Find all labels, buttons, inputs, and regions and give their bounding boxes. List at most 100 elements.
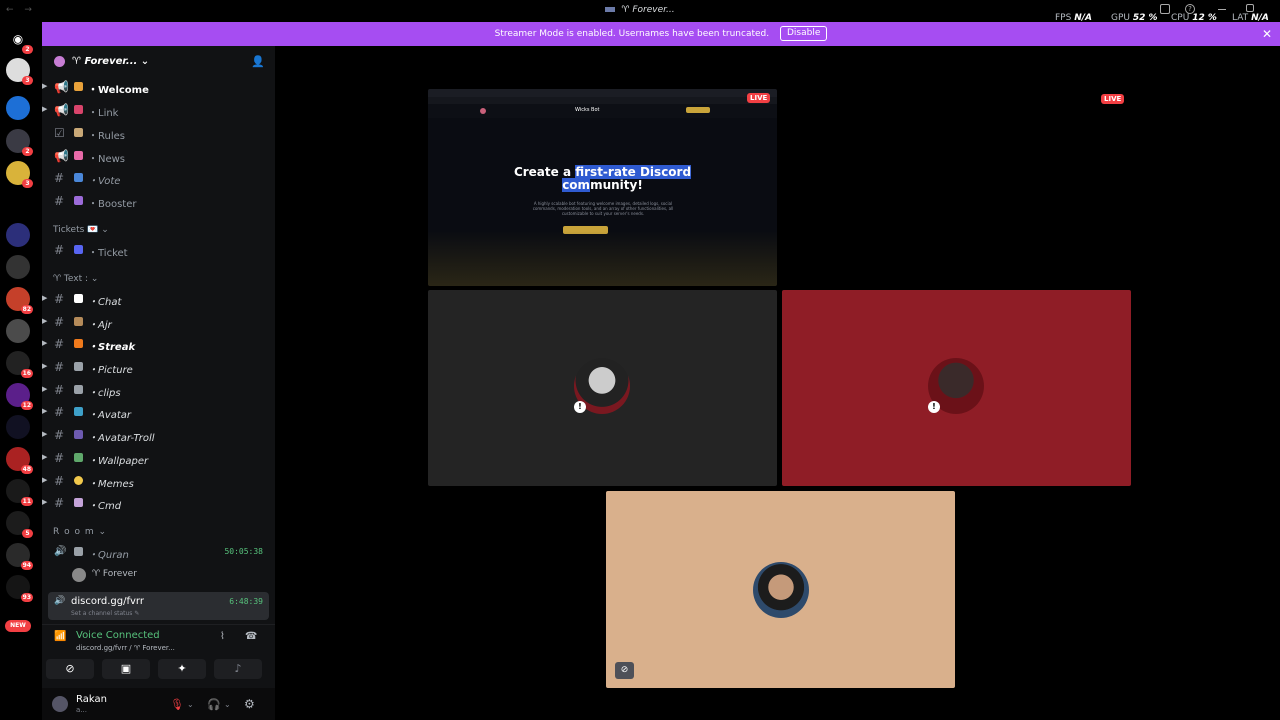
gear-icon[interactable]: ⚙ [244,697,255,711]
chevron-down-icon[interactable]: ⌄ [187,700,194,709]
channel-status[interactable]: Set a channel status ✎ [71,610,139,617]
window-pip-icon[interactable] [1160,4,1170,14]
channel-streak[interactable]: ▶ # ・Streak [42,334,275,354]
avatar[interactable] [52,696,68,712]
channel-ajr[interactable]: ▶ # ・Ajr [42,312,275,332]
voice-actions: ⊘ ▣ ✦ ♪ [46,657,271,681]
channel-picture[interactable]: ▶ # ・Picture [42,357,275,377]
server-icon[interactable] [6,255,30,279]
participant-tile[interactable]: ! [782,290,1131,486]
server-icon [54,56,65,67]
camera-off-button[interactable]: ⊘ [46,659,94,679]
participant-tile[interactable]: ! [428,290,777,486]
channel-emoji-icon [74,407,83,416]
channel-link[interactable]: ▶ 📢 ・Link [42,100,275,120]
server-icon[interactable] [6,223,30,247]
unread-badge: 48 [20,465,33,474]
channel-cmd[interactable]: ▶ # ・Cmd [42,493,275,513]
server-icon[interactable]: 93 [6,575,33,602]
channel-memes[interactable]: ▶ # ・Memes [42,471,275,491]
server-icon[interactable] [6,96,30,120]
server-icon[interactable] [6,415,30,439]
server-icon[interactable]: 12 [6,383,33,410]
server-icon[interactable] [6,193,30,207]
server-icon[interactable]: 82 [6,287,33,314]
site-logo-icon [480,108,486,114]
channel-vote[interactable]: # ・Vote [42,168,275,188]
screen-share-tile[interactable]: Wicks Bot LIVE Create a first-rate Disco… [428,89,777,286]
discord-home-icon[interactable]: ◉ 2 [6,27,33,54]
server-icon[interactable] [6,319,30,343]
add-person-icon[interactable]: 👤 [251,55,265,68]
channel-emoji-icon [74,453,83,462]
channel-label: ・Streak [88,342,136,353]
channel-ticket[interactable]: # ・Ticket [42,240,275,260]
channel-avatar-troll[interactable]: ▶ # ・Avatar-Troll [42,425,275,445]
hash-icon: # [54,243,65,257]
signal-icon[interactable]: 📶 [54,631,66,642]
channel-booster[interactable]: # ・Booster [42,191,275,211]
disconnect-icon[interactable]: ☎ [245,631,257,642]
server-icon[interactable]: 3 [6,161,33,188]
channel-wallpaper[interactable]: ▶ # ・Wallpaper [42,448,275,468]
mic-muted-icon[interactable]: 🎙 [170,698,184,711]
channel-chat[interactable]: ▶ # ・Chat [42,289,275,309]
voice-channel-quran[interactable]: 🔊 ・Quran 50:05:38 [42,542,275,562]
server-icon[interactable]: 11 [6,479,33,506]
server-icon[interactable]: 94 [6,543,33,570]
minimize-icon[interactable] [1218,9,1226,19]
participant-tile-self[interactable]: ⊘ [606,491,955,688]
voice-duration: 50:05:38 [224,547,263,556]
screen-share-button[interactable]: ▣ [102,659,150,679]
channel-avatar[interactable]: ▶ # ・Avatar [42,402,275,422]
channel-emoji-icon [74,362,83,371]
streamer-mode-text: Streamer Mode is enabled. Usernames have… [494,29,770,39]
channel-emoji-icon [74,547,83,556]
channel-label: ・Quran [88,550,129,561]
close-icon[interactable]: ✕ [1262,22,1272,46]
hash-icon: # [54,292,65,306]
hash-icon: # [54,194,65,208]
noise-suppression-icon[interactable]: ⌇ [220,631,225,642]
voice-member[interactable]: ♈ Forever [72,566,272,584]
category-tickets[interactable]: Tickets 💌 ⌄ [53,225,109,235]
channel-welcome[interactable]: ▶ 📢 ・Welcome [42,77,275,97]
server-icon[interactable]: 16 [6,351,33,378]
channel-news[interactable]: 📢 ・News [42,146,275,166]
hash-icon: # [54,171,65,185]
channel-rules[interactable]: ☑ ・Rules [42,123,275,143]
channel-emoji-icon [74,128,83,137]
chevron-right-icon: ▶ [42,453,48,461]
channel-emoji-icon [74,385,83,394]
category-text[interactable]: ♈ Text : ⌄ [53,274,98,284]
headphones-deafened-icon[interactable]: 🎧 [207,698,221,711]
voice-connected-channel[interactable]: discord.gg/fvrr / ♈ Forever... [76,644,175,652]
server-icon[interactable]: 3 [6,58,33,85]
soundboard-button[interactable]: ♪ [214,659,262,679]
activities-button[interactable]: ✦ [158,659,206,679]
channel-emoji-icon [74,173,83,182]
server-icon[interactable]: 5 [6,511,33,538]
channel-clips[interactable]: ▶ # ・clips [42,380,275,400]
stream-glow [428,231,777,286]
username[interactable]: Rakan [76,694,107,705]
category-room[interactable]: R o o m ⌄ [53,527,107,537]
maximize-icon[interactable] [1246,4,1254,12]
voice-connected-status[interactable]: Voice Connected [76,630,160,641]
server-header[interactable]: ♈ Forever... ⌄ 👤 [42,46,275,78]
channel-emoji-icon [74,498,83,507]
hash-icon: # [54,360,65,374]
user-panel: Rakan a... 🎙 ⌄ 🎧 ⌄ ⚙ [42,688,275,720]
chevron-down-icon[interactable]: ⌄ [224,700,231,709]
unread-badge: 16 [20,369,33,378]
server-list: ◉ 2 3 2 3 82 16 12 48 11 5 94 93 NEW [0,22,36,652]
server-icon[interactable]: 2 [6,129,33,156]
hash-icon: # [54,428,65,442]
active-voice-channel[interactable]: 🔊 discord.gg/fvrr Set a channel status ✎… [48,592,269,620]
server-icon[interactable]: 48 [6,447,33,474]
hash-icon: # [54,405,65,419]
channel-label: ・Picture [88,365,133,376]
disable-streamer-mode-button[interactable]: Disable [779,26,828,41]
chevron-right-icon: ▶ [42,105,48,113]
channel-label: ・Vote [88,176,121,187]
